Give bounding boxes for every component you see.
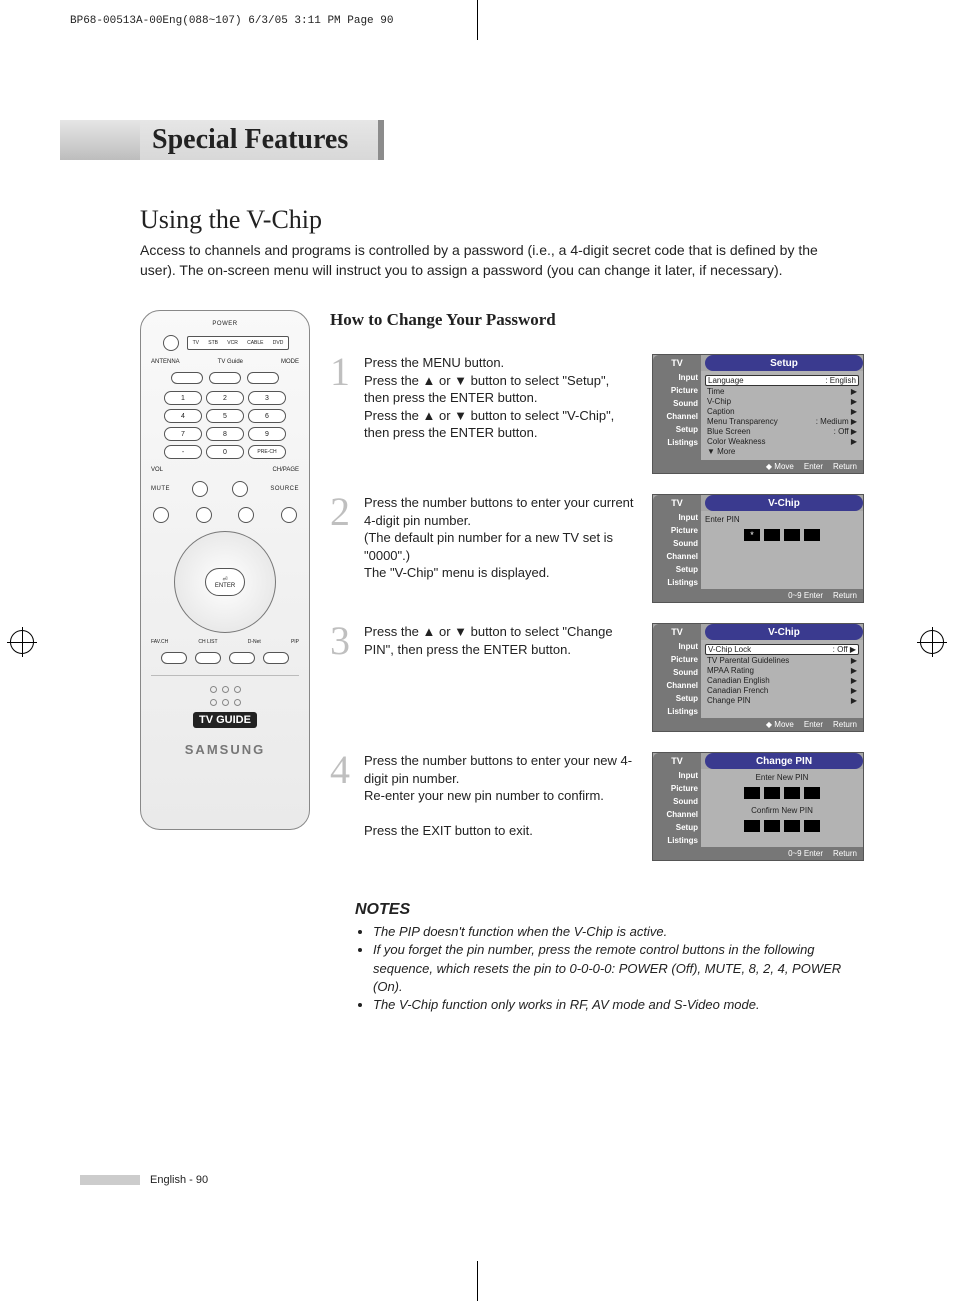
brand-logo: SAMSUNG (185, 742, 265, 757)
osd-enter-pin: TVV-Chip InputPictureSound ChannelSetupL… (652, 494, 864, 603)
osd-vchip-menu: TVV-Chip InputPictureSound ChannelSetupL… (652, 623, 864, 732)
notes-title: NOTES (355, 901, 864, 919)
crop-mark (477, 1261, 478, 1301)
registration-mark (920, 630, 944, 654)
mode-button (247, 372, 279, 384)
note-item: If you forget the pin number, press the … (373, 941, 864, 996)
section-title: Special Features (140, 120, 384, 160)
step-number: 4 (330, 752, 354, 861)
notes-section: NOTES The PIP doesn't function when the … (355, 901, 864, 1014)
vol-down (196, 507, 212, 523)
step-text: Press the MENU button. Press the ▲ or ▼ … (364, 354, 642, 474)
step-number: 3 (330, 623, 354, 732)
d-pad: ⏎ENTER (174, 531, 276, 633)
footer-bar (80, 1175, 140, 1185)
mute-button (153, 507, 169, 523)
print-header: BP68-00513A-00Eng(088~107) 6/3/05 3:11 P… (70, 15, 393, 27)
enter-button: ⏎ENTER (205, 568, 245, 596)
intro-text: Access to channels and programs is contr… (140, 241, 824, 280)
section-bar-accent (60, 120, 140, 160)
page-number: English - 90 (150, 1174, 208, 1186)
step-number: 1 (330, 354, 354, 474)
tvguide-logo: TV GUIDE (193, 712, 257, 728)
osd-change-pin: TVChange PIN InputPictureSound ChannelSe… (652, 752, 864, 861)
power-label: POWER (212, 321, 237, 327)
subsection-title: Using the V-Chip (140, 205, 864, 235)
device-selector: TVSTBVCRCABLEDVD (187, 336, 289, 350)
crop-mark (477, 0, 478, 40)
note-item: The PIP doesn't function when the V-Chip… (373, 923, 864, 941)
step-text: Press the number buttons to enter your c… (364, 494, 642, 603)
remote-illustration: POWER TVSTBVCRCABLEDVD ANTENNATV GuideMO… (140, 310, 310, 830)
registration-mark (10, 630, 34, 654)
vol-up (192, 481, 208, 497)
number-pad: 123 456 789 -0PRE-CH (164, 391, 286, 459)
steps-title: How to Change Your Password (330, 310, 864, 330)
step-text: Press the ▲ or ▼ button to select "Chang… (364, 623, 642, 732)
step-number: 2 (330, 494, 354, 603)
source-button (281, 507, 297, 523)
ch-up (232, 481, 248, 497)
antenna-button (171, 372, 203, 384)
osd-setup: TVSetup InputPictureSound ChannelSetupLi… (652, 354, 864, 474)
ch-down (238, 507, 254, 523)
tvguide-button (209, 372, 241, 384)
note-item: The V-Chip function only works in RF, AV… (373, 996, 864, 1014)
power-button (163, 335, 179, 351)
step-text: Press the number buttons to enter your n… (364, 752, 642, 861)
